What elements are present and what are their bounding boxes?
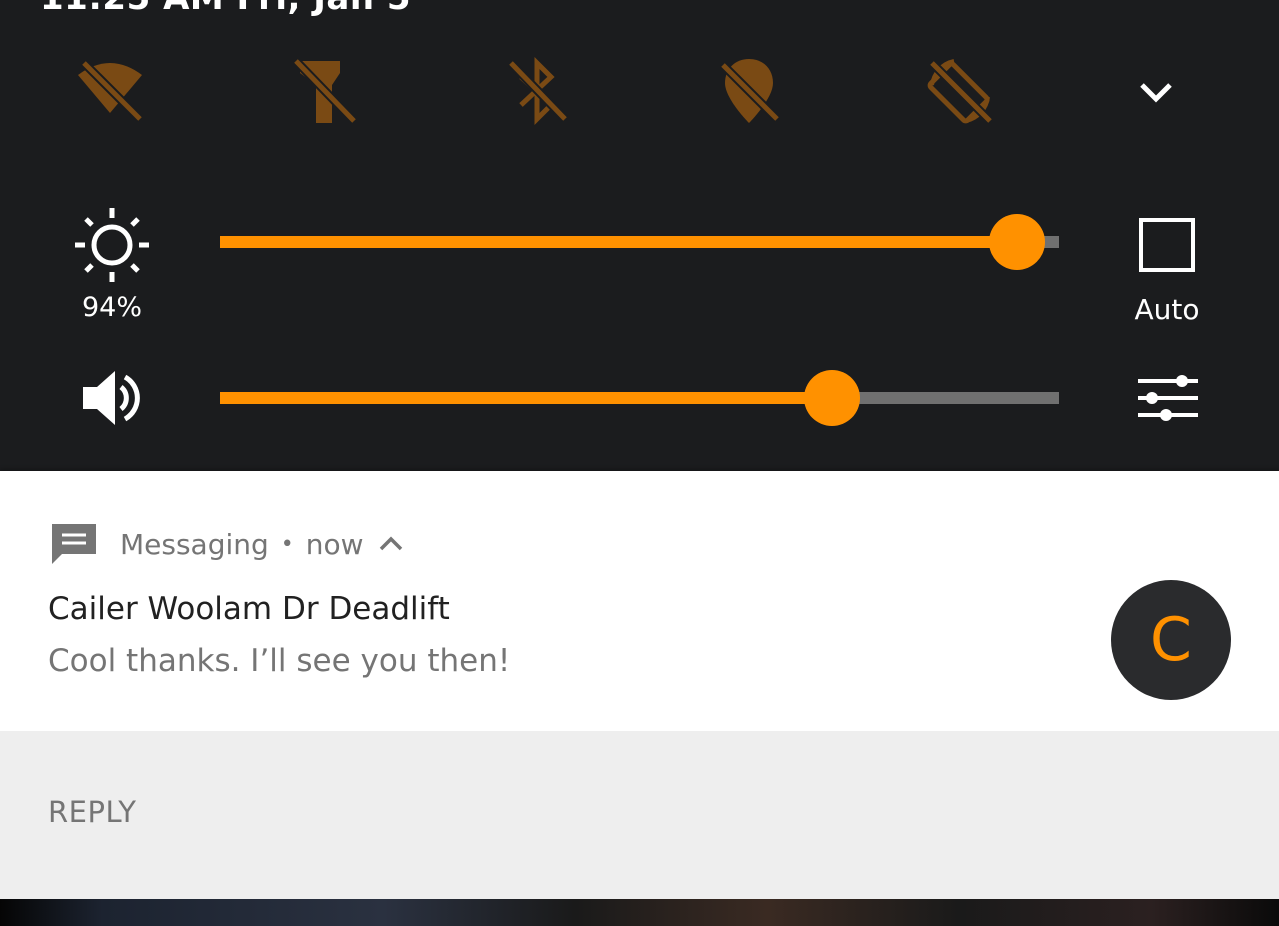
brightness-slider-fill xyxy=(220,236,1018,248)
brightness-icon xyxy=(72,205,152,285)
notification-title: Cailer Woolam Dr Deadlift xyxy=(48,591,450,627)
volume-slider[interactable] xyxy=(220,370,1059,426)
quick-settings-panel: 11:25 AM Fri, Jan 5 xyxy=(0,0,1279,471)
background-wallpaper xyxy=(0,899,1279,926)
brightness-slider[interactable] xyxy=(220,214,1059,270)
auto-brightness-label: Auto xyxy=(1134,293,1200,326)
flashlight-off-icon xyxy=(292,57,358,125)
wifi-off-icon xyxy=(78,59,144,123)
chevron-down-icon xyxy=(1140,83,1172,103)
auto-brightness-checkbox[interactable] xyxy=(1139,218,1195,272)
reply-button[interactable]: REPLY xyxy=(30,781,154,843)
auto-rotate-off-icon xyxy=(927,59,994,125)
notification-header: Messaging • now xyxy=(50,521,404,567)
location-tile[interactable] xyxy=(709,55,789,127)
notification-text: Cool thanks. I’ll see you then! xyxy=(48,643,511,679)
flashlight-tile[interactable] xyxy=(284,55,364,127)
volume-slider-fill xyxy=(220,392,833,404)
expand-quick-settings-button[interactable] xyxy=(1125,60,1187,122)
sliders-icon xyxy=(1138,375,1198,421)
volume-settings-button[interactable] xyxy=(1132,370,1204,426)
notification-actions: REPLY xyxy=(0,731,1279,899)
avatar: C xyxy=(1111,580,1231,700)
status-clock: 11:25 AM Fri, Jan 5 xyxy=(40,0,411,18)
volume-slider-thumb[interactable] xyxy=(804,370,861,426)
header-separator: • xyxy=(280,531,294,557)
notification-time: now xyxy=(305,527,364,561)
notification-app-name: Messaging xyxy=(120,527,269,561)
message-icon xyxy=(52,524,96,564)
bluetooth-off-icon xyxy=(507,56,569,126)
volume-icon[interactable] xyxy=(72,358,152,438)
location-off-icon xyxy=(719,59,781,123)
bluetooth-tile[interactable] xyxy=(497,55,577,127)
brightness-percent: 94% xyxy=(81,292,142,323)
chevron-up-icon[interactable] xyxy=(378,531,404,557)
message-notification[interactable]: Messaging • now Cailer Woolam Dr Deadlif… xyxy=(0,471,1279,731)
brightness-slider-thumb[interactable] xyxy=(989,214,1046,270)
auto-rotate-tile[interactable] xyxy=(920,55,1000,127)
wifi-tile[interactable] xyxy=(70,55,150,127)
